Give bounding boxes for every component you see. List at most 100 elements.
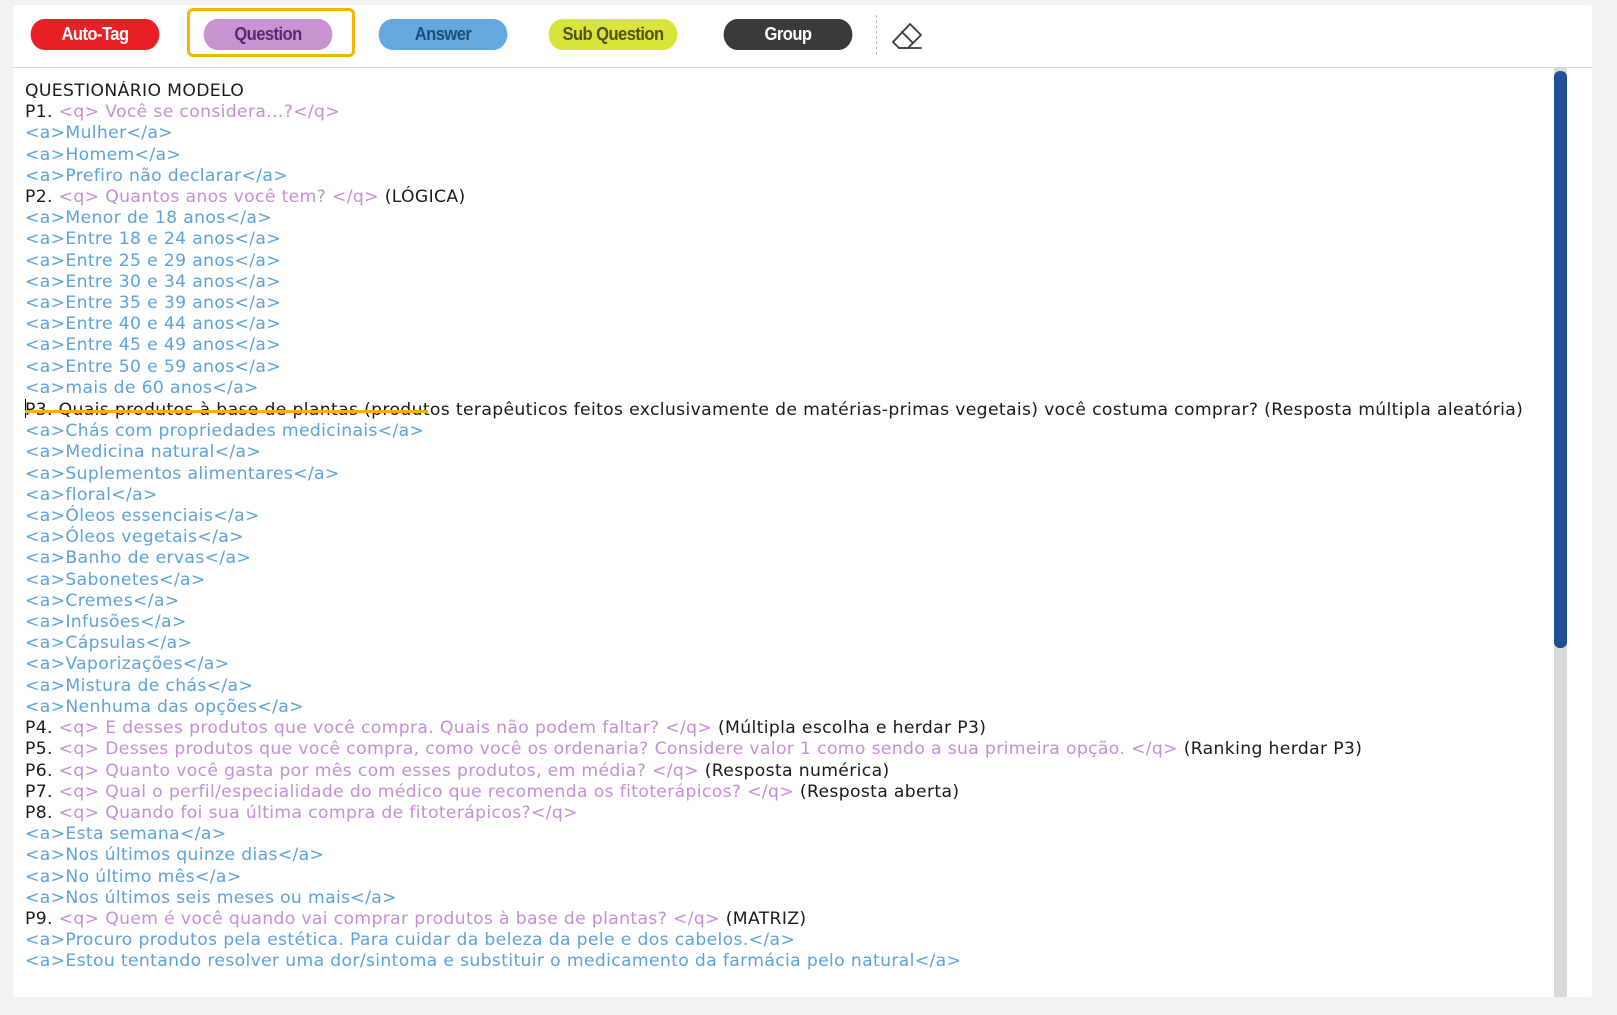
editor-line: <a>Procuro produtos pela estética. Para … bbox=[25, 930, 1550, 951]
answer-tag-text: <a>Sabonetes</a> bbox=[25, 569, 206, 590]
plain-text: (Múltipla escolha e herdar P3) bbox=[712, 718, 987, 739]
answer-tag-text: <a>Homem</a> bbox=[25, 144, 182, 165]
editor-line: P9. <q> Quem é você quando vai comprar p… bbox=[25, 909, 1550, 930]
question-tag-text: <q> Quando foi sua última compra de fito… bbox=[58, 802, 578, 823]
answer-tag-text: <a>Entre 30 e 34 anos</a> bbox=[25, 271, 282, 292]
answer-tag-text: <a>Chás com propriedades medicinais</a> bbox=[25, 421, 425, 442]
answer-tag-text: <a>Cápsulas</a> bbox=[25, 633, 193, 654]
editor-line: <a>Óleos vegetais</a> bbox=[25, 527, 1550, 548]
answer-tag-text: <a>Entre 25 e 29 anos</a> bbox=[25, 250, 282, 271]
editor-line: <a>Prefiro não declarar</a> bbox=[25, 166, 1550, 187]
plain-text: P2. bbox=[25, 187, 59, 208]
editor-line: <a>Mistura de chás</a> bbox=[25, 676, 1550, 697]
editor-line: <a>Cremes</a> bbox=[25, 591, 1550, 612]
editor-line: <a>Vaporizações</a> bbox=[25, 654, 1550, 675]
toolbar-divider bbox=[876, 15, 877, 55]
editor-line: <a>Banho de ervas</a> bbox=[25, 548, 1550, 569]
answer-tag-text: <a>Entre 18 e 24 anos</a> bbox=[25, 229, 282, 250]
answer-tag-text: <a>Menor de 18 anos</a> bbox=[25, 208, 273, 229]
question-tag-button[interactable]: Question bbox=[203, 19, 333, 50]
answer-tag-text: <a>Esta semana</a> bbox=[25, 824, 227, 845]
editor-line: <a>Medicina natural</a> bbox=[25, 442, 1550, 463]
editor-line: <a>Entre 18 e 24 anos</a> bbox=[25, 229, 1550, 250]
eraser-button[interactable] bbox=[889, 19, 925, 53]
answer-tag-text: <a>Banho de ervas</a> bbox=[25, 548, 252, 569]
editor-line: <a>Nos últimos seis meses ou mais</a> bbox=[25, 888, 1550, 909]
plain-text: P4. bbox=[25, 718, 59, 739]
plain-text: P8. bbox=[25, 802, 59, 823]
plain-text: (Ranking herdar P3) bbox=[1177, 739, 1363, 760]
plain-text: P1. bbox=[25, 102, 59, 123]
editor-line: P4. <q> E desses produtos que você compr… bbox=[25, 718, 1550, 739]
editor-line: <a>Infusões</a> bbox=[25, 612, 1550, 633]
editor-line: P7. <q> Qual o perfil/especialidade do m… bbox=[25, 782, 1550, 803]
plain-text: (MATRIZ) bbox=[719, 908, 807, 929]
tagging-panel: Auto-Tag Question Answer Sub Question Gr… bbox=[13, 5, 1592, 997]
answer-tag-text: <a>Entre 35 e 39 anos</a> bbox=[25, 293, 282, 314]
question-tag-text: <q> Qual o perfil/especialidade do médic… bbox=[58, 781, 795, 802]
answer-tag-text: <a>Entre 40 e 44 anos</a> bbox=[25, 314, 282, 335]
editor-line: <a>Entre 40 e 44 anos</a> bbox=[25, 314, 1550, 335]
auto-tag-button[interactable]: Auto-Tag bbox=[30, 19, 160, 50]
answer-tag-text: <a>Nos últimos seis meses ou mais</a> bbox=[25, 887, 397, 908]
question-tag-text: <q> Você se considera...?</q> bbox=[58, 102, 341, 123]
answer-tag-text: <a>mais de 60 anos</a> bbox=[25, 377, 259, 398]
editor-line: <a>Cápsulas</a> bbox=[25, 633, 1550, 654]
answer-tag-text: <a>Suplementos alimentares</a> bbox=[25, 463, 340, 484]
question-tag-text: <q> Quanto você gasta por mês com esses … bbox=[58, 760, 699, 781]
answer-tag-text: <a>Estou tentando resolver uma dor/sinto… bbox=[25, 951, 962, 972]
plain-text: (Resposta aberta) bbox=[794, 781, 960, 802]
editor-line: <a>Entre 50 e 59 anos</a> bbox=[25, 357, 1550, 378]
editor-line: P6. <q> Quanto você gasta por mês com es… bbox=[25, 761, 1550, 782]
questionnaire-text-editor[interactable]: QUESTIONÁRIO MODELO P1. <q> Você se consi… bbox=[25, 81, 1550, 991]
editor-line: <a>Entre 35 e 39 anos</a> bbox=[25, 293, 1550, 314]
answer-tag-text: <a>Vaporizações</a> bbox=[25, 654, 230, 675]
answer-tag-text: <a>floral</a> bbox=[25, 484, 158, 505]
plain-text: P9. bbox=[25, 908, 59, 929]
answer-tag-text: <a>Óleos essenciais</a> bbox=[25, 506, 260, 527]
editor-line: P8. <q> Quando foi sua última compra de … bbox=[25, 803, 1550, 824]
editor-line: <a>Homem</a> bbox=[25, 145, 1550, 166]
answer-tag-text: <a>Entre 50 e 59 anos</a> bbox=[25, 356, 282, 377]
editor-scrollbar-thumb[interactable] bbox=[1554, 71, 1567, 648]
group-tag-button[interactable]: Group bbox=[723, 19, 853, 50]
editor-line: P1. <q> Você se considera...?</q> bbox=[25, 102, 1550, 123]
answer-tag-text: <a>Cremes</a> bbox=[25, 590, 180, 611]
plain-text: P6. bbox=[25, 760, 59, 781]
answer-tag-text: <a>Nos últimos quinze dias</a> bbox=[25, 845, 325, 866]
answer-tag-text: <a>Nenhuma das opções</a> bbox=[25, 696, 304, 717]
plain-text: (LÓGICA) bbox=[378, 187, 466, 208]
question-tag-text: <q> Quantos anos você tem? </q> bbox=[58, 187, 379, 208]
editor-line: <a>Entre 25 e 29 anos</a> bbox=[25, 251, 1550, 272]
editor-line: <a>Entre 45 e 49 anos</a> bbox=[25, 335, 1550, 356]
answer-tag-text: <a>Entre 45 e 49 anos</a> bbox=[25, 335, 282, 356]
question-tag-text: <q> E desses produtos que você compra. Q… bbox=[58, 718, 713, 739]
answer-tag-text: <a>Prefiro não declarar</a> bbox=[25, 165, 289, 186]
plain-text: (Resposta numérica) bbox=[698, 760, 890, 781]
answer-tag-text: <a>Medicina natural</a> bbox=[25, 442, 262, 463]
answer-tag-button[interactable]: Answer bbox=[378, 19, 508, 50]
plain-text: P7. bbox=[25, 781, 59, 802]
answer-tag-text: <a>Procuro produtos pela estética. Para … bbox=[25, 930, 796, 951]
sub-question-tag-button[interactable]: Sub Question bbox=[548, 19, 678, 50]
answer-tag-text: <a>Óleos vegetais</a> bbox=[25, 527, 244, 548]
answer-tag-text: <a>Infusões</a> bbox=[25, 612, 187, 633]
editor-line: <a>Estou tentando resolver uma dor/sinto… bbox=[25, 951, 1550, 972]
editor-line: <a>Nenhuma das opções</a> bbox=[25, 697, 1550, 718]
tag-toolbar: Auto-Tag Question Answer Sub Question Gr… bbox=[13, 5, 1592, 68]
plain-text: QUESTIONÁRIO MODELO bbox=[25, 81, 245, 101]
editor-line: <a>Entre 30 e 34 anos</a> bbox=[25, 272, 1550, 293]
editor-line: QUESTIONÁRIO MODELO bbox=[25, 81, 1550, 102]
editor-line: <a>Chás com propriedades medicinais</a> bbox=[25, 421, 1550, 442]
question-tag-text: <q> Desses produtos que você compra, com… bbox=[58, 739, 1178, 760]
editor-line: <a>Nos últimos quinze dias</a> bbox=[25, 845, 1550, 866]
answer-tag-text: <a>No último mês</a> bbox=[25, 866, 242, 887]
editor-line: <a>mais de 60 anos</a> bbox=[25, 378, 1550, 399]
editor-line: <a>Óleos essenciais</a> bbox=[25, 506, 1550, 527]
editor-line: <a>No último mês</a> bbox=[25, 867, 1550, 888]
editor-line: <a>Suplementos alimentares</a> bbox=[25, 464, 1550, 485]
plain-text: P5. bbox=[25, 739, 59, 760]
editor-line: <a>Esta semana</a> bbox=[25, 824, 1550, 845]
editor-line: <a>Menor de 18 anos</a> bbox=[25, 208, 1550, 229]
editor-line: <a>Sabonetes</a> bbox=[25, 570, 1550, 591]
